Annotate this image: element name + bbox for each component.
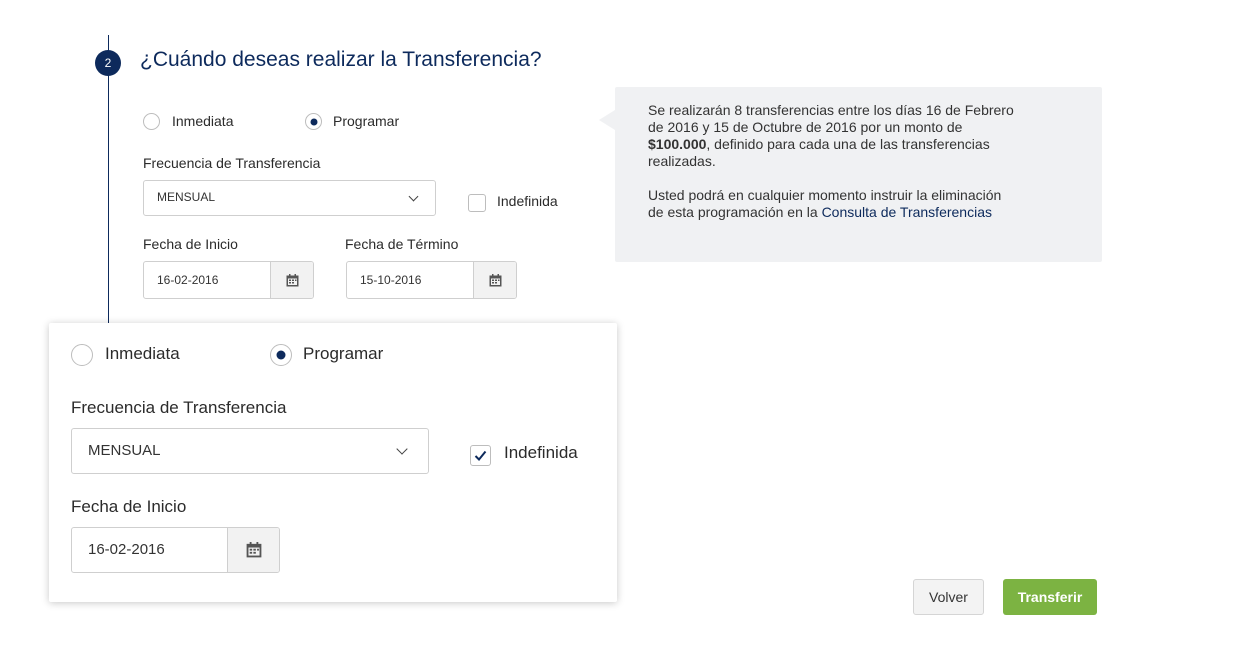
info-amount: $100.000 bbox=[648, 136, 707, 152]
zoom-start-date-field[interactable]: 16-02-2016 bbox=[71, 527, 280, 573]
end-date-value: 15-10-2016 bbox=[360, 273, 422, 287]
zoom-frequency-select[interactable]: MENSUAL bbox=[71, 428, 429, 474]
checkmark-icon bbox=[474, 450, 487, 461]
start-date-value: 16-02-2016 bbox=[157, 273, 219, 287]
step-number-badge: 2 bbox=[95, 50, 121, 76]
transfer-button[interactable]: Transferir bbox=[1003, 579, 1097, 615]
info-line-1: Se realizarán 8 transferencias entre los… bbox=[648, 102, 1014, 118]
zoom-detail-card: Inmediata Programar Frecuencia de Transf… bbox=[49, 323, 617, 602]
start-date-field[interactable]: 16-02-2016 bbox=[143, 261, 314, 299]
radio-schedule-label: Programar bbox=[333, 113, 400, 129]
zoom-frequency-label: Frecuencia de Transferencia bbox=[71, 398, 287, 417]
end-date-field[interactable]: 15-10-2016 bbox=[346, 261, 517, 299]
info-line-5: Usted podrá en cualquier momento instrui… bbox=[648, 187, 1002, 203]
info-line-3: , definido para cada una de las transfer… bbox=[706, 136, 990, 152]
step-timeline-line bbox=[108, 35, 109, 330]
zoom-radio-schedule[interactable] bbox=[270, 344, 292, 366]
radio-immediate[interactable] bbox=[143, 113, 160, 130]
zoom-radio-schedule-label: Programar bbox=[303, 344, 384, 363]
calendar-icon[interactable] bbox=[227, 528, 279, 572]
info-line-4: realizadas. bbox=[648, 153, 716, 169]
zoom-indefinite-label: Indefinida bbox=[504, 443, 578, 462]
radio-immediate-label: Inmediata bbox=[172, 113, 234, 129]
chevron-down-icon bbox=[396, 443, 408, 455]
indefinite-checkbox[interactable] bbox=[468, 194, 486, 212]
frequency-label: Frecuencia de Transferencia bbox=[143, 155, 321, 171]
calendar-icon[interactable] bbox=[270, 262, 313, 298]
indefinite-label: Indefinida bbox=[497, 193, 558, 209]
zoom-radio-immediate[interactable] bbox=[71, 344, 93, 366]
info-box: Se realizarán 8 transferencias entre los… bbox=[615, 87, 1102, 262]
end-date-label: Fecha de Término bbox=[345, 236, 459, 252]
start-date-label: Fecha de Inicio bbox=[143, 236, 238, 252]
zoom-start-date-label: Fecha de Inicio bbox=[71, 497, 187, 516]
zoom-radio-immediate-label: Inmediata bbox=[105, 344, 180, 363]
back-button[interactable]: Volver bbox=[913, 579, 984, 615]
step-title: ¿Cuándo deseas realizar la Transferencia… bbox=[140, 48, 542, 71]
radio-schedule[interactable] bbox=[305, 113, 322, 130]
info-box-pointer bbox=[599, 110, 615, 130]
consulta-transferencias-link[interactable]: Consulta de Transferencias bbox=[822, 204, 992, 220]
calendar-icon[interactable] bbox=[473, 262, 516, 298]
frequency-select[interactable]: MENSUAL bbox=[143, 180, 436, 216]
info-line-6: de esta programación en la bbox=[648, 204, 822, 220]
zoom-start-date-value: 16-02-2016 bbox=[88, 541, 165, 558]
chevron-down-icon bbox=[408, 191, 419, 202]
zoom-frequency-select-value: MENSUAL bbox=[88, 442, 161, 459]
frequency-select-value: MENSUAL bbox=[157, 190, 216, 204]
zoom-indefinite-checkbox[interactable] bbox=[470, 445, 491, 466]
info-line-2: de 2016 y 15 de Octubre de 2016 por un m… bbox=[648, 119, 963, 135]
